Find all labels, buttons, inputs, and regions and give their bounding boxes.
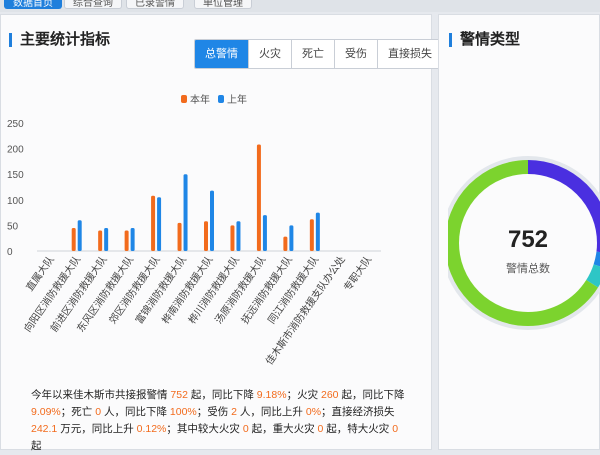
bar-this-year [124, 230, 129, 251]
bar-this-year [283, 236, 288, 251]
filter-death-button[interactable]: 死亡 [292, 40, 335, 68]
bar-last-year [315, 212, 320, 251]
panel-title-statistics: 主要统计指标 [9, 32, 110, 47]
bar-last-year [210, 190, 214, 251]
summary-text-part: ；其中较大火灾 [166, 423, 243, 435]
summary-loss-change: 0.12% [136, 423, 167, 435]
summary-text-part: 起，重大火灾 [248, 423, 318, 435]
bar-this-year [230, 225, 235, 251]
bar-this-year [151, 195, 156, 251]
summary-text-part: ；死亡 [60, 406, 96, 418]
summary-text-part: 人，同比下降 [101, 406, 170, 418]
summary-fire-count: 260 [321, 389, 339, 401]
donut-total-value: 752 [507, 226, 549, 253]
bar-last-year [236, 221, 241, 251]
y-tick-label: 200 [7, 145, 24, 156]
bar-last-year [262, 215, 267, 251]
filter-injury-button[interactable]: 受伤 [335, 40, 378, 68]
legend-swatch-last-year [218, 94, 224, 103]
panel-title-alarm-type: 警情类型 [449, 32, 520, 47]
summary-text-part: 起，同比下降 [187, 389, 257, 401]
summary-text-part: 起，同比下降 [338, 389, 405, 401]
summary-extreme-fire: 0 [392, 423, 399, 435]
summary-text-part: 起，特大火灾 [323, 423, 393, 435]
bar-last-year [183, 174, 188, 251]
summary-text-part: 今年以来佳木斯市共接报警情 [31, 389, 171, 401]
bar-this-year [309, 219, 314, 251]
filter-fire-button[interactable]: 火灾 [249, 40, 292, 68]
tab-unit-management[interactable]: 单位管理 [194, 0, 252, 9]
tab-data-home[interactable]: 数据首页 [4, 0, 62, 9]
summary-text-part: ；火灾 [286, 389, 321, 401]
summary-death-change: 100% [169, 406, 197, 418]
bar-last-year [157, 197, 162, 251]
summary-text-part: ；受伤 [196, 406, 232, 418]
summary-fire-change: 9.09% [31, 406, 61, 418]
summary-total-alarms: 752 [170, 389, 188, 401]
statistics-panel: 主要统计指标 总警情 火灾 死亡 受伤 直接损失 本年 上年 0 50 100 150… [0, 14, 443, 452]
chart-legend: 本年 上年 [181, 91, 247, 106]
summary-text-part: ；直接经济损失 [321, 406, 395, 418]
tab-query[interactable]: 综合查询 [64, 0, 122, 9]
summary-text: 今年以来佳木斯市共接报警情 752 起，同比下降 9.18%；火灾 260 起，… [31, 387, 411, 455]
y-tick-label: 0 [7, 247, 13, 258]
bar-this-year [98, 230, 103, 251]
top-navigation: 数据首页 综合查询 已录警情 单位管理 [0, 0, 600, 12]
filter-direct-loss-button[interactable]: 直接损失 [378, 40, 442, 68]
y-tick-label: 250 [7, 119, 24, 130]
summary-injury-change: 0% [305, 406, 322, 418]
bar-this-year [71, 227, 76, 251]
bar-this-year [204, 221, 208, 251]
summary-total-change: 9.18% [256, 389, 287, 401]
bar-last-year [104, 227, 109, 251]
bar-last-year [77, 220, 82, 251]
bar-this-year [177, 222, 182, 251]
summary-text-part: 万元，同比上升 [57, 423, 137, 435]
y-tick-label: 100 [7, 196, 24, 207]
legend-label-this-year: 本年 [190, 95, 210, 106]
legend-label-last-year: 上年 [227, 95, 247, 106]
donut-total-label: 警情总数 [506, 263, 550, 275]
bar-last-year [289, 225, 294, 251]
y-tick-label: 50 [7, 221, 19, 232]
tab-recorded-alarms[interactable]: 已录警情 [126, 0, 184, 9]
filter-total-alarms-button[interactable]: 总警情 [195, 40, 249, 68]
alarm-type-donut: 752 警情总数 [441, 148, 600, 338]
summary-text-part: 人，同比上升 [237, 406, 306, 418]
y-tick-label: 150 [7, 170, 24, 181]
summary-loss-value: 242.1 [31, 423, 58, 435]
bar-this-year [256, 144, 261, 251]
legend-swatch-this-year [181, 94, 187, 103]
summary-text-part: 起 [31, 440, 42, 452]
filter-button-group: 总警情 火灾 死亡 受伤 直接损失 [194, 39, 443, 69]
legend-item-last-year[interactable]: 上年 [218, 91, 247, 106]
legend-item-this-year[interactable]: 本年 [181, 91, 210, 106]
bar-last-year [130, 227, 135, 251]
bar-chart: 050100150200250直属大队向阳区消防救援大队前进区消防救援大队东风区… [7, 119, 381, 367]
